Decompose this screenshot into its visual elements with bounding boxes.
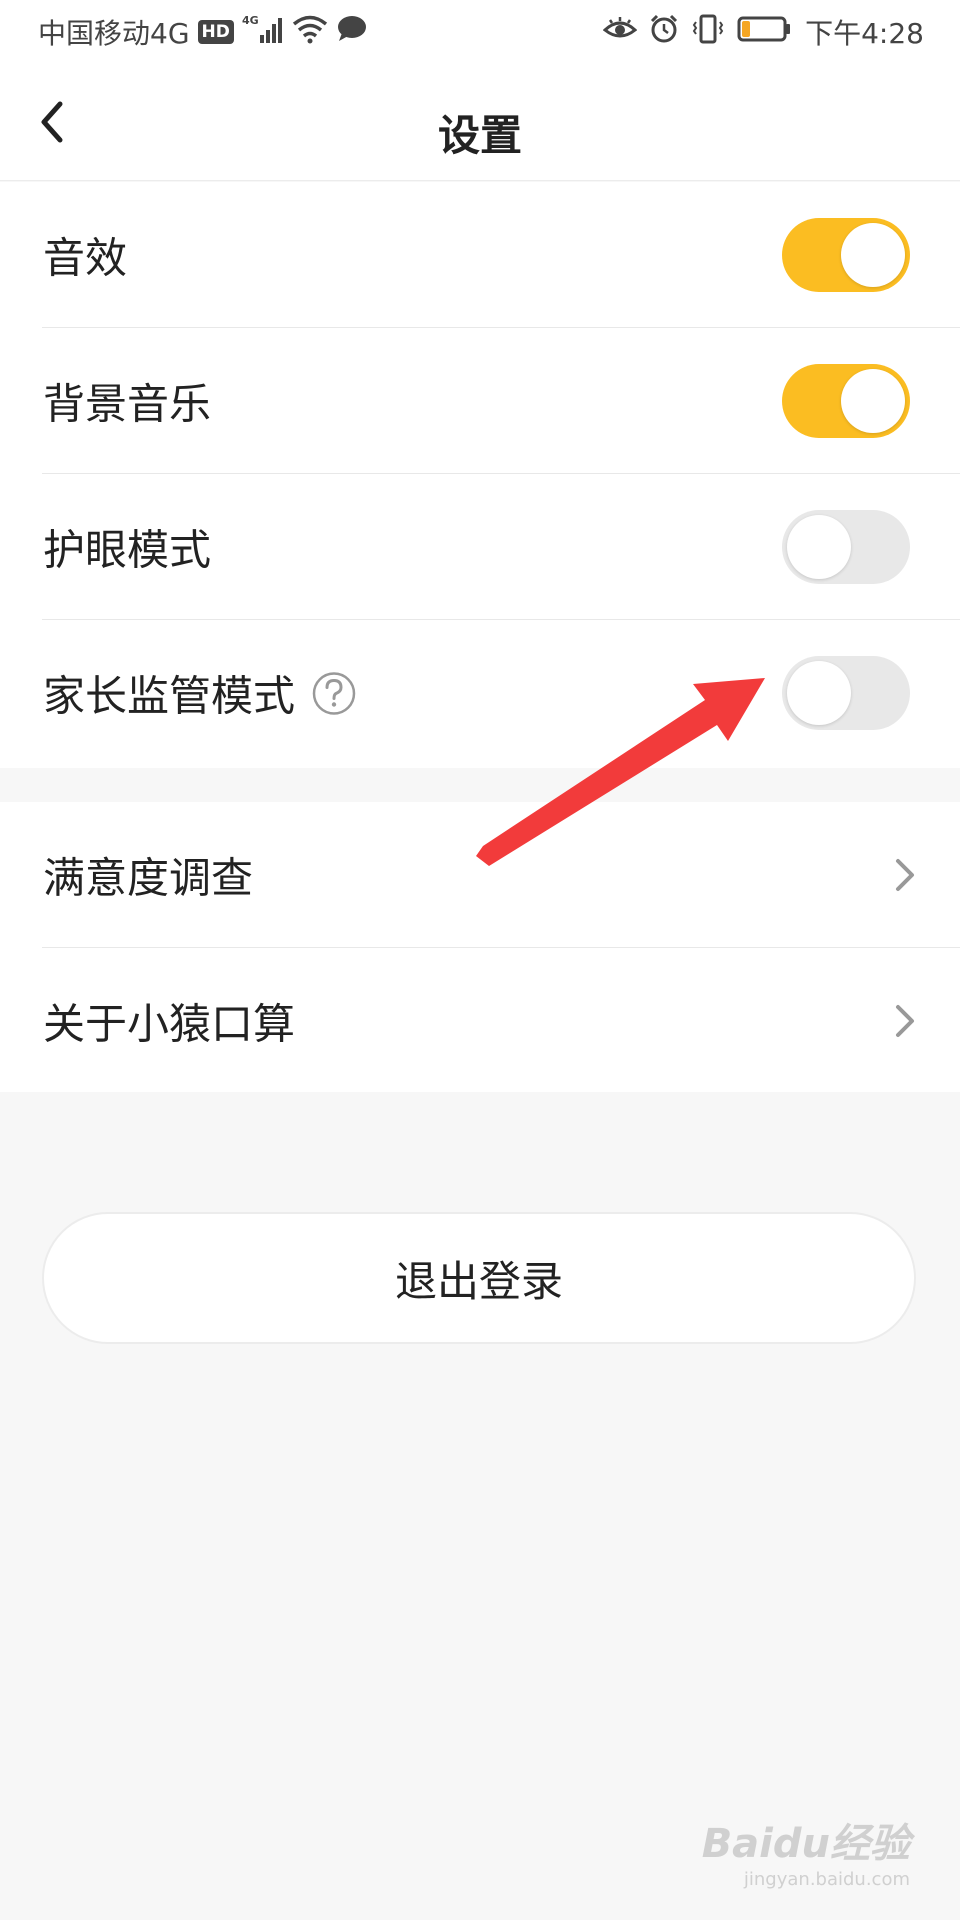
background-music-toggle[interactable]: [782, 364, 910, 438]
watermark-logo: Baidu经验: [701, 1821, 910, 1867]
sound-effects-toggle[interactable]: [782, 218, 910, 292]
setting-row-parental-control: 家长监管模式: [0, 620, 960, 766]
setting-label: 家长监管模式: [43, 671, 296, 721]
alarm-icon: [649, 14, 679, 51]
toggle-knob: [841, 369, 905, 433]
settings-toggle-group: 音效 背景音乐 护眼模式 家长监管模式: [0, 182, 960, 768]
wifi-icon: [292, 14, 328, 51]
carrier-label: 中国移动4G: [38, 17, 190, 50]
message-icon: [336, 15, 368, 50]
vibrate-icon: [691, 14, 725, 51]
about-app-row[interactable]: 关于小猿口算: [0, 948, 960, 1094]
settings-link-group: 满意度调查 关于小猿口算: [0, 802, 960, 1092]
time-label: 下午4:28: [805, 17, 924, 50]
toggle-knob: [787, 515, 851, 579]
toggle-knob: [841, 223, 905, 287]
watermark: Baidu经验 jingyan.baidu.com: [702, 1811, 910, 1890]
setting-label: 背景音乐: [43, 379, 212, 429]
eye-icon: [602, 16, 638, 49]
setting-label: 音效: [43, 233, 128, 283]
battery-icon: [737, 15, 793, 50]
watermark-url: jingyan.baidu.com: [743, 1869, 910, 1890]
setting-label: 护眼模式: [43, 525, 212, 575]
status-bar-left: 中国移动4G HD 4G: [38, 12, 368, 52]
settings-screen: 中国移动4G HD 4G 下午4:28 设置 音效 背景音乐 护眼模式 家长监管…: [0, 0, 960, 1920]
satisfaction-survey-row[interactable]: 满意度调查: [0, 802, 960, 948]
network-type-label: 4G: [242, 14, 259, 27]
setting-row-sound-effects: 音效: [0, 182, 960, 328]
status-bar-right: 下午4:28: [602, 12, 924, 52]
setting-label-with-help: 家长监管模式: [43, 663, 357, 724]
hd-badge: HD: [197, 20, 234, 44]
logout-button[interactable]: 退出登录: [42, 1212, 916, 1344]
help-icon[interactable]: [311, 670, 357, 716]
nav-bar: 设置: [0, 64, 960, 181]
signal-icon: 4G: [242, 13, 284, 52]
eye-protection-toggle[interactable]: [782, 510, 910, 584]
chevron-right-icon: [896, 1005, 914, 1037]
setting-row-eye-protection: 护眼模式: [0, 474, 960, 620]
setting-label: 满意度调查: [43, 853, 254, 903]
toggle-knob: [787, 661, 851, 725]
setting-label: 关于小猿口算: [43, 999, 296, 1049]
chevron-right-icon: [896, 859, 914, 891]
parental-control-toggle[interactable]: [782, 656, 910, 730]
status-bar: 中国移动4G HD 4G 下午4:28: [0, 0, 960, 64]
setting-row-background-music: 背景音乐: [0, 328, 960, 474]
page-title: 设置: [437, 111, 522, 160]
